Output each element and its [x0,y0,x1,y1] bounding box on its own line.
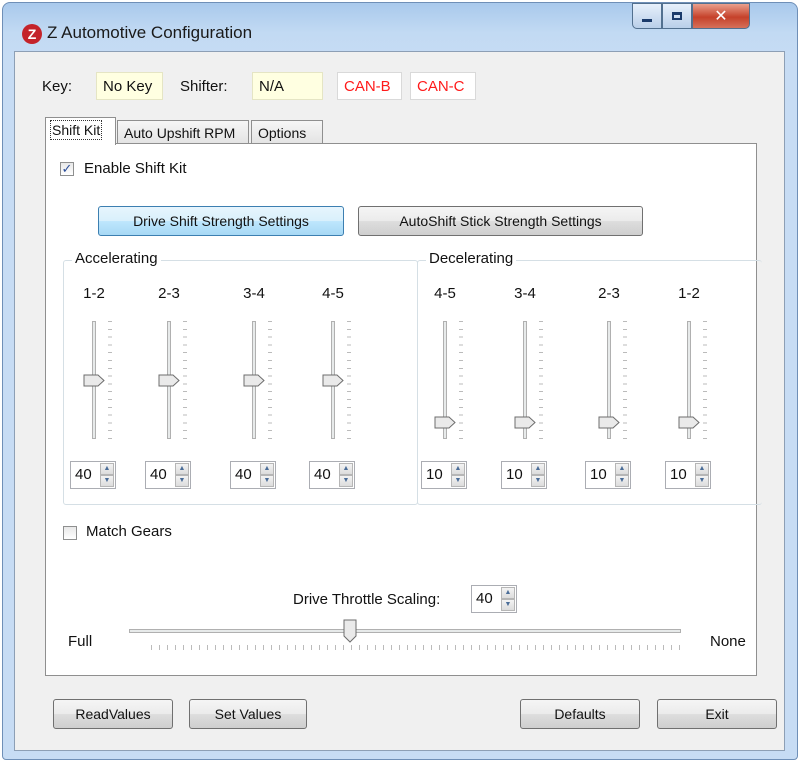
can-c-status: CAN-C [410,72,476,100]
slider-thumb[interactable] [243,374,265,387]
can-b-status: CAN-B [337,72,402,100]
gear-value-spinner[interactable]: 10 ▲ ▼ [665,461,711,489]
spin-down-icon[interactable]: ▼ [339,475,353,487]
throttle-slider-thumb[interactable] [343,619,357,643]
set-values-button[interactable]: Set Values [189,699,307,729]
spin-up-icon[interactable]: ▲ [175,463,189,475]
checkmark-icon: ✓ [61,161,73,176]
z-app-icon: Z [22,24,42,44]
slider-thumb[interactable] [322,374,344,387]
svg-text:Z: Z [28,26,37,42]
throttle-slider-ticks [151,645,681,650]
none-label: None [710,633,746,650]
throttle-slider[interactable] [129,619,681,662]
gear-label: 3-4 [514,285,536,302]
maximize-button[interactable] [662,3,692,29]
gear-value-spinner[interactable]: 40 ▲ ▼ [230,461,276,489]
gear-label: 4-5 [434,285,456,302]
spin-down-icon[interactable]: ▼ [260,475,274,487]
key-value: No Key [96,72,163,100]
key-label: Key: [42,78,73,95]
spin-up-icon[interactable]: ▲ [615,463,629,475]
accelerating-title: Accelerating [72,250,161,267]
slider-thumb[interactable] [83,374,105,387]
shift-kit-panel: ✓ Enable Shift Kit Drive Shift Strength … [45,143,762,676]
gear-label: 1-2 [678,285,700,302]
exit-button[interactable]: Exit [657,699,777,729]
client-area: Key: No Key Shifter: N/A CAN-B CAN-C Shi… [14,51,785,751]
gear-value-spinner[interactable]: 40 ▲ ▼ [70,461,116,489]
spin-up-icon[interactable]: ▲ [695,463,709,475]
spin-down-icon[interactable]: ▼ [695,475,709,487]
slider-thumb[interactable] [158,374,180,387]
slider-ticks [108,321,112,439]
spin-up-icon[interactable]: ▲ [501,587,515,599]
gear-value-spinner[interactable]: 40 ▲ ▼ [309,461,355,489]
gear-label: 1-2 [83,285,105,302]
spin-up-icon[interactable]: ▲ [451,463,465,475]
close-button[interactable]: ✕ [692,3,750,29]
enable-shift-kit-label: Enable Shift Kit [84,160,187,177]
read-values-button[interactable]: ReadValues [53,699,173,729]
autoshift-stick-strength-button[interactable]: AutoShift Stick Strength Settings [358,206,643,236]
minimize-icon [642,18,652,22]
maximize-icon [672,12,682,20]
match-gears-checkbox[interactable] [63,526,77,540]
slider-ticks [623,321,627,439]
slider-thumb[interactable] [434,416,456,429]
drive-shift-strength-button[interactable]: Drive Shift Strength Settings [98,206,344,236]
accelerating-group: Accelerating 1-2 40 ▲ ▼ 2-3 40 ▲ ▼ 3-4 40 ▲ ▼ 4-5 40 ▲… [63,250,418,505]
slider-thumb[interactable] [598,416,620,429]
gear-label: 3-4 [243,285,265,302]
shifter-value: N/A [252,72,323,100]
slider-thumb[interactable] [514,416,536,429]
gear-label: 4-5 [322,285,344,302]
spin-up-icon[interactable]: ▲ [260,463,274,475]
slider-thumb[interactable] [678,416,700,429]
spin-down-icon[interactable]: ▼ [100,475,114,487]
app-window: Z Z Automotive Configuration ✕ Key: No K… [2,2,798,760]
shifter-label: Shifter: [180,78,228,95]
tab-shift-kit[interactable]: Shift Kit [45,117,116,145]
spin-down-icon[interactable]: ▼ [451,475,465,487]
slider-ticks [183,321,187,439]
slider-ticks [539,321,543,439]
throttle-scaling-spinner[interactable]: 40 ▲ ▼ [471,585,517,613]
spin-down-icon[interactable]: ▼ [175,475,189,487]
slider-ticks [703,321,707,439]
gear-value-spinner[interactable]: 40 ▲ ▼ [145,461,191,489]
throttle-scaling-label: Drive Throttle Scaling: [293,591,441,608]
full-label: Full [68,633,93,650]
spin-down-icon[interactable]: ▼ [531,475,545,487]
gear-label: 2-3 [598,285,620,302]
gear-value-spinner[interactable]: 10 ▲ ▼ [585,461,631,489]
defaults-button[interactable]: Defaults [520,699,640,729]
close-icon: ✕ [714,8,728,25]
window-title: Z Automotive Configuration [47,23,253,42]
decelerating-group: Decelerating 4-5 10 ▲ ▼ 3-4 10 ▲ ▼ 2-3 10 ▲ ▼ 1-2 10 ▲… [417,250,762,505]
decelerating-title: Decelerating [426,250,517,267]
slider-ticks [459,321,463,439]
throttle-slider-track [129,629,681,633]
slider-ticks [347,321,351,439]
match-gears-label: Match Gears [86,523,172,540]
gear-value-spinner[interactable]: 10 ▲ ▼ [421,461,467,489]
gear-label: 2-3 [158,285,180,302]
tab-options[interactable]: Options [251,120,323,145]
spin-up-icon[interactable]: ▲ [531,463,545,475]
minimize-button[interactable] [632,3,662,29]
spin-up-icon[interactable]: ▲ [339,463,353,475]
slider-ticks [268,321,272,439]
enable-shift-kit-checkbox[interactable]: ✓ [60,162,74,176]
gear-value-spinner[interactable]: 10 ▲ ▼ [501,461,547,489]
spin-down-icon[interactable]: ▼ [615,475,629,487]
tab-auto-upshift-rpm[interactable]: Auto Upshift RPM [117,120,249,145]
spin-up-icon[interactable]: ▲ [100,463,114,475]
spin-down-icon[interactable]: ▼ [501,599,515,611]
